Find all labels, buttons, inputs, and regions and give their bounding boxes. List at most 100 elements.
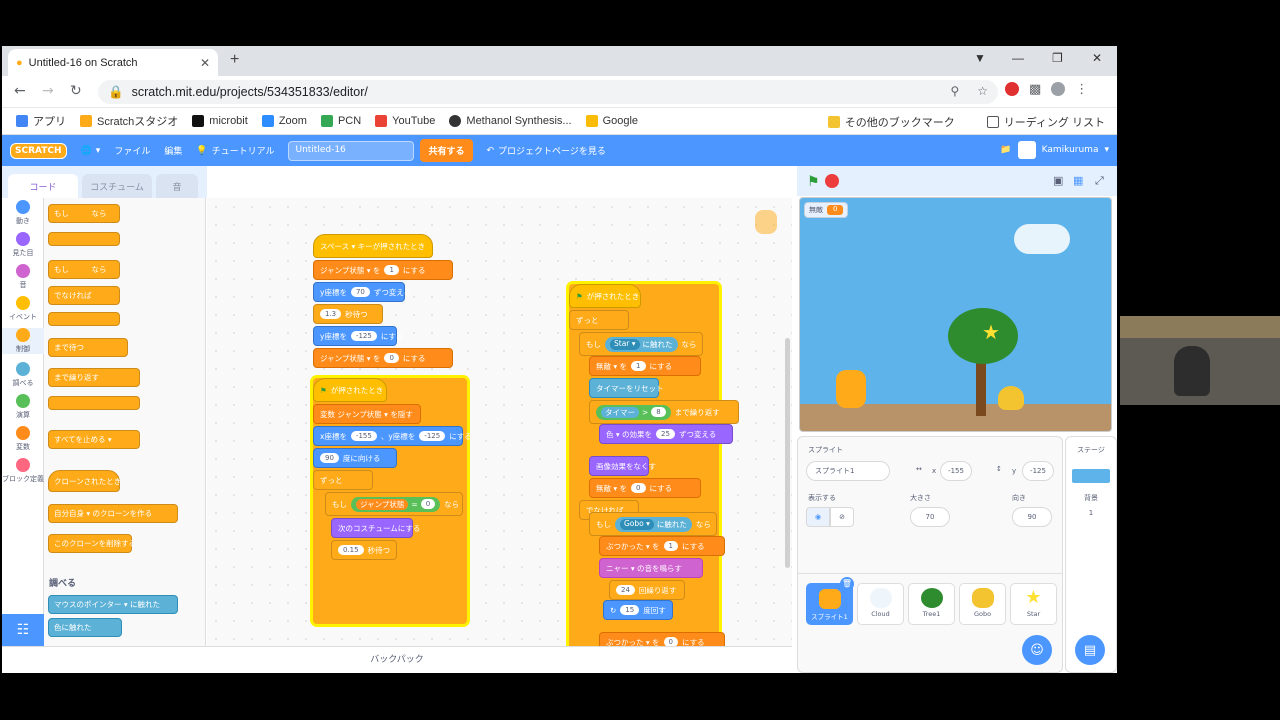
goto-xy-block[interactable]: x座標を -155 、y座標を -125 にする (313, 426, 472, 446)
size-input[interactable]: 70 (910, 507, 950, 527)
palette-touching-mouse[interactable]: マウスのポインター ▾ に触れた (48, 595, 178, 614)
tab-costumes[interactable]: コスチューム (82, 174, 152, 198)
my-stuff-folder-icon[interactable]: 📁 (1000, 145, 1011, 155)
browser-tab[interactable]: ● Untitled-16 on Scratch ✕ (8, 49, 218, 76)
forward-icon[interactable]: → (42, 83, 54, 99)
more-menu-icon[interactable]: ⋮ (1075, 82, 1088, 97)
category-sound[interactable]: 音 (2, 264, 44, 290)
edit-menu[interactable]: 編集 (164, 144, 182, 157)
palette-touching-color[interactable]: 色に触れた (48, 618, 122, 637)
category-my-blocks[interactable]: ブロック定義 (2, 458, 44, 484)
point-direction-block[interactable]: 90 度に向ける (313, 448, 397, 468)
category-operators[interactable]: 演算 (2, 394, 44, 420)
add-extension-button[interactable]: ☷ (2, 614, 44, 646)
palette-repeat-until[interactable]: まで繰り返す (48, 368, 140, 387)
share-button[interactable]: 共有する (420, 139, 473, 162)
category-variables[interactable]: 変数 (2, 426, 44, 452)
show-visible-button[interactable]: ◉ (806, 507, 830, 527)
username[interactable]: Kamikuruma (1042, 145, 1099, 155)
palette-if-else[interactable]: もし なら (48, 260, 120, 279)
category-looks[interactable]: 見た目 (2, 232, 44, 258)
next-costume-block[interactable]: 次のコスチュームにする (331, 518, 420, 538)
bookmark-scratch-studio[interactable]: Scratchスタジオ (80, 113, 178, 129)
add-backdrop-button[interactable]: ▤ (1075, 635, 1105, 665)
x-input[interactable]: -155 (940, 461, 972, 481)
project-page-button[interactable]: ↶ プロジェクトページを見る (487, 144, 606, 158)
language-menu[interactable]: 🌐 ▾ (81, 146, 101, 156)
url-bar[interactable]: 🔒 scratch.mit.edu/projects/534351833/edi… (98, 80, 998, 104)
close-tab-icon[interactable]: ✕ (200, 56, 210, 70)
set-y-block[interactable]: y座標を -125 にする (313, 326, 403, 346)
add-sprite-button[interactable]: ☺ (1022, 635, 1052, 665)
palette-wait-until[interactable]: まで待つ (48, 338, 128, 357)
stage-canvas[interactable]: 無敵 0 ★ (799, 197, 1112, 432)
turn-block[interactable]: ↻ 15 度回す (603, 600, 673, 620)
set-variable-block[interactable]: ジャンプ状態 ▾ を 0 にする (313, 348, 453, 368)
cat-sprite[interactable] (836, 370, 866, 408)
avatar[interactable] (1017, 141, 1036, 159)
set-variable-block[interactable]: 無敵 ▾ を 1 にする (589, 356, 701, 376)
clear-effects-block[interactable]: 画像効果をなくす (589, 456, 656, 476)
set-variable-block[interactable]: 無敵 ▾ を 0 にする (589, 478, 701, 498)
sprite-name-input[interactable]: スプライト1 (806, 461, 890, 481)
minimize-icon[interactable]: — (1012, 51, 1024, 65)
close-window-icon[interactable]: ✕ (1092, 51, 1102, 65)
bookmark-zoom[interactable]: Zoom (261, 115, 307, 127)
palette-if-then-end[interactable] (48, 232, 120, 246)
back-icon[interactable]: ← (14, 83, 26, 99)
profile-avatar-icon[interactable] (1051, 82, 1066, 96)
stop-icon[interactable] (825, 174, 839, 188)
if-then-block[interactable]: もし Gobo ▾ に触れた なら (589, 512, 717, 536)
when-flag-clicked-block[interactable]: ⚑ が押されたとき (569, 284, 641, 308)
new-tab-icon[interactable]: + (230, 51, 239, 69)
stage-backdrop-thumb[interactable] (1072, 469, 1110, 483)
other-bookmarks[interactable]: その他のブックマーク (827, 114, 955, 130)
workspace-scrollbar[interactable] (785, 338, 790, 568)
set-variable-block[interactable]: ジャンプ状態 ▾ を 1 にする (313, 260, 453, 280)
reload-icon[interactable]: ↻ (70, 83, 82, 99)
project-title-input[interactable]: Untitled-16 (288, 140, 415, 161)
set-variable-block[interactable]: ぶつかった ▾ を 0 にする (599, 632, 725, 646)
small-stage-icon[interactable]: ▣ (1053, 174, 1063, 187)
bookmark-microbit[interactable]: microbit (192, 115, 248, 127)
reading-list[interactable]: リーディング リスト (986, 114, 1105, 130)
star-sprite-icon[interactable]: ★ (982, 320, 1000, 344)
palette-else[interactable]: でなければ (48, 286, 120, 305)
reset-timer-block[interactable]: タイマーをリセット (589, 378, 664, 398)
change-y-block[interactable]: y座標を 70 ずつ変える (313, 282, 411, 302)
bookmark-google[interactable]: Google (585, 115, 638, 127)
bookmark-pcn[interactable]: PCN (320, 115, 361, 127)
palette-delete-clone[interactable]: このクローンを削除する (48, 534, 136, 553)
wait-block[interactable]: 1.3 秒待つ (313, 304, 383, 324)
sprite-thumb-tree1[interactable]: Tree1 (908, 583, 955, 625)
palette-stop-all[interactable]: すべてを止める ▾ (48, 430, 140, 449)
backpack[interactable]: バックパック (2, 646, 792, 673)
extension-icon[interactable] (1005, 82, 1019, 96)
bookmark-star-icon[interactable]: ☆ (977, 84, 988, 98)
cloud-sprite[interactable] (1014, 224, 1070, 254)
forever-block[interactable]: ずっと (569, 310, 629, 330)
palette-create-clone[interactable]: 自分自身 ▾ のクローンを作る (48, 504, 178, 523)
start-sound-block[interactable]: ニャー ▾ の音を鳴らす (599, 558, 703, 578)
if-then-block[interactable]: もし ジャンプ状態 = 0 なら (325, 492, 463, 516)
repeat-block[interactable]: 24 回繰り返す (609, 580, 685, 600)
sprite-thumb-star[interactable]: ★ Star (1010, 583, 1057, 625)
stage-selector[interactable]: ステージ 背景 1 ▤ (1065, 436, 1117, 673)
large-stage-icon[interactable]: ▦ (1073, 174, 1083, 187)
category-control[interactable]: 制御 (2, 328, 44, 354)
palette-repeat-until-end[interactable] (48, 396, 140, 410)
sprite-thumb-cloud[interactable]: Cloud (857, 583, 904, 625)
bookmark-methanol[interactable]: Methanol Synthesis... (449, 115, 572, 127)
tutorial-button[interactable]: 💡 チュートリアル (196, 144, 274, 158)
tab-code[interactable]: コード (8, 174, 78, 198)
palette-if-then[interactable]: もし なら (48, 204, 120, 223)
when-flag-clicked-block[interactable]: ⚑ が押されたとき (313, 378, 387, 402)
green-flag-icon[interactable]: ⚑ (807, 174, 820, 190)
y-input[interactable]: -125 (1022, 461, 1054, 481)
delete-sprite-icon[interactable]: 🗑 (840, 577, 854, 591)
wait-block[interactable]: 0.15 秒待つ (331, 540, 397, 560)
if-then-block[interactable]: もし Star ▾ に触れた なら (579, 332, 703, 356)
palette-when-clone[interactable]: クローンされたとき (48, 470, 121, 492)
profile-menu-icon[interactable]: ▼ (974, 51, 986, 65)
extensions-puzzle-icon[interactable]: ▩ (1029, 82, 1041, 97)
